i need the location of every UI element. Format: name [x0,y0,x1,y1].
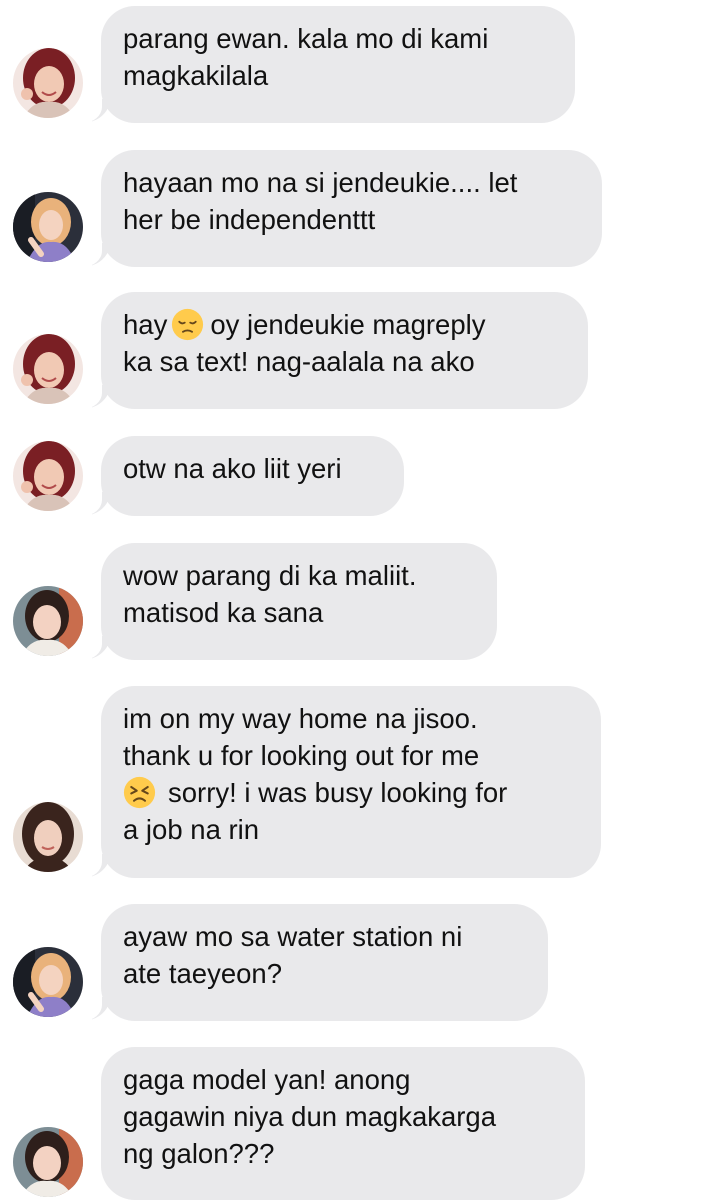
message-bubble[interactable]: hayaan mo na si jendeukie.... let her be… [92,150,602,267]
bubble-tail [92,99,120,123]
avatar-rose[interactable] [13,947,83,1017]
bubble-tail [92,492,120,516]
avatar-jisoo[interactable] [13,441,83,511]
message-text-line: im on my way home na jisoo. [123,703,478,734]
avatar-image-jisoo [13,441,83,511]
bubble-tail [92,636,120,660]
message-text-line: otw na ako liit yeri [123,453,342,484]
message-text-line: sorry! i was busy looking for [123,774,578,811]
message-text-line: hayaan mo na si jendeukie.... let [123,167,518,198]
message-text-segment: oy jendeukie magreply [210,309,486,340]
avatar-jisoo[interactable] [13,48,83,118]
avatar-image-rose [13,947,83,1017]
bubble-tail [92,243,120,267]
message-text-line: thank u for looking out for me [123,740,480,771]
message-bubble[interactable]: hay oy jendeukie magreply ka sa text! na… [92,292,588,409]
bubble-tail [92,385,120,409]
message-text-segment: sorry! i was busy looking for [168,777,508,808]
avatar-image-yeri [13,586,83,656]
message-thread: parang ewan. kala mo di kami magkakilala… [0,0,725,1200]
message-bubble[interactable]: gaga model yan! anong gagawin niya dun m… [101,1047,585,1200]
message-bubble[interactable]: im on my way home na jisoo. thank u for … [92,686,601,878]
message-text-line: gagawin niya dun magkakarga [123,1101,497,1132]
message-text-line: ayaw mo sa water station ni [123,921,463,952]
message-text-segment: hay [123,309,168,340]
pensive-face-emoji [172,308,204,341]
message-text-line: wow parang di ka maliit. [123,560,417,591]
avatar-image-jennie [13,802,83,872]
avatar-rose[interactable] [13,192,83,262]
avatar-yeri[interactable] [13,1127,83,1197]
message-text-line: ate taeyeon? [123,958,283,989]
message-text-line: ng galon??? [123,1138,275,1169]
bubble-tail [92,997,120,1021]
message-text-line: a job na rin [123,814,260,845]
avatar-image-yeri [13,1127,83,1197]
message-bubble[interactable]: parang ewan. kala mo di kami magkakilala [92,6,575,123]
message-text-line: parang ewan. kala mo di kami [123,23,489,54]
bubble-tail [92,854,120,878]
avatar-image-jisoo [13,334,83,404]
message-text-line: gaga model yan! anong [123,1064,411,1095]
message-text-line: matisod ka sana [123,597,324,628]
message-bubble[interactable]: otw na ako liit yeri [92,436,404,516]
message-text-line: magkakilala [123,60,269,91]
message-bubble[interactable]: wow parang di ka maliit. matisod ka sana [92,543,497,660]
message-text-line: hay oy jendeukie magreply [123,306,565,343]
avatar-image-rose [13,192,83,262]
message-text-line: ka sa text! nag-aalala na ako [123,346,475,377]
persevering-face-emoji [123,776,156,809]
avatar-image-jisoo [13,48,83,118]
avatar-jennie[interactable] [13,802,83,872]
avatar-jisoo[interactable] [13,334,83,404]
avatar-yeri[interactable] [13,586,83,656]
message-bubble[interactable]: ayaw mo sa water station ni ate taeyeon? [92,904,548,1021]
message-text-line: her be independenttt [123,204,376,235]
